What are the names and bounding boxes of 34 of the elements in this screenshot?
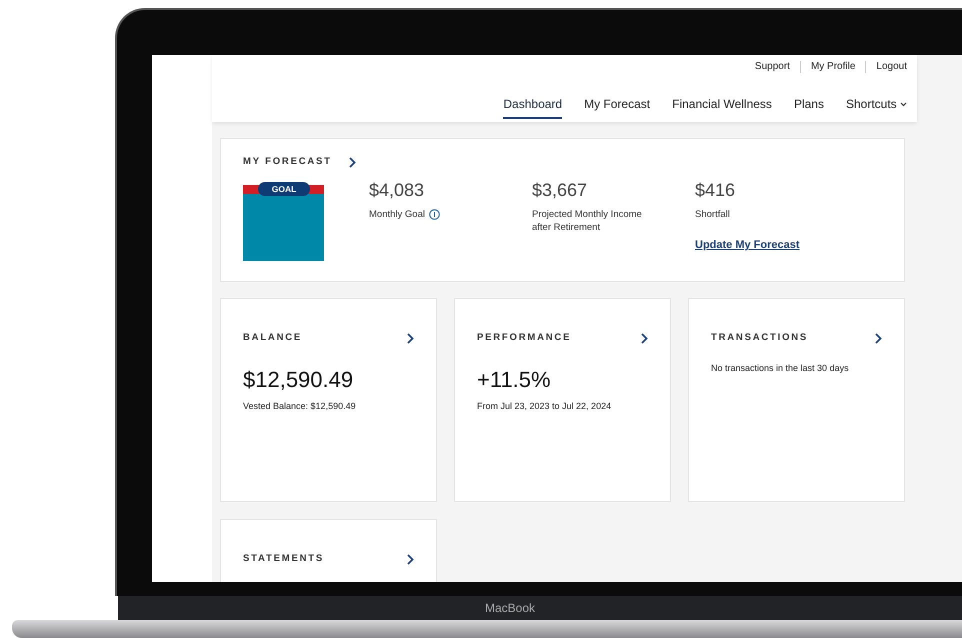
card-title: PERFORMANCE	[477, 331, 572, 345]
metric-label: Shortfall	[695, 208, 731, 222]
panel-title: MY FORECAST	[243, 155, 332, 169]
metric-value: $4,083	[369, 179, 426, 202]
card-note: Vested Balance: $12,590.49	[243, 400, 357, 414]
card-message: No transactions in the last 30 days	[711, 362, 850, 376]
chevron-right-icon[interactable]	[406, 332, 414, 344]
card-title: STATEMENTS	[243, 552, 324, 566]
update-forecast-link[interactable]: Update My Forecast	[695, 237, 800, 254]
card-note: From Jul 23, 2023 to Jul 22, 2024	[477, 400, 612, 414]
nav-tab[interactable]: Shortcuts	[846, 95, 907, 119]
info-icon[interactable]	[428, 209, 440, 220]
metric-label: Projected Monthly Income after Retirement	[532, 208, 643, 234]
chevron-right-icon[interactable]	[640, 332, 648, 344]
goal-badge: GOAL	[258, 182, 310, 196]
utility-link[interactable]: Logout	[865, 61, 907, 73]
chevron-right-icon[interactable]	[348, 156, 356, 168]
nav-tab[interactable]: Plans	[794, 95, 824, 119]
nav-tab[interactable]: My Forecast	[584, 95, 650, 119]
nav-tab[interactable]: Dashboard	[503, 95, 562, 119]
metric-value: $3,667	[532, 179, 588, 202]
utility-link[interactable]: My Profile	[800, 61, 866, 73]
nav-tab[interactable]: Financial Wellness	[672, 95, 772, 119]
metric-value: $416	[695, 179, 736, 202]
card-title: TRANSACTIONS	[711, 331, 808, 345]
device-label: MacBook	[484, 601, 536, 615]
chevron-right-icon[interactable]	[874, 332, 882, 344]
caret-icon[interactable]	[900, 102, 907, 108]
card-value: +11.5%	[477, 366, 552, 394]
utility-link[interactable]: Support	[744, 61, 800, 73]
chevron-right-icon[interactable]	[406, 554, 414, 565]
card-value: $12,590.49	[243, 366, 354, 394]
card-title: BALANCE	[243, 331, 302, 345]
metric-label: Monthly Goal	[369, 208, 425, 222]
